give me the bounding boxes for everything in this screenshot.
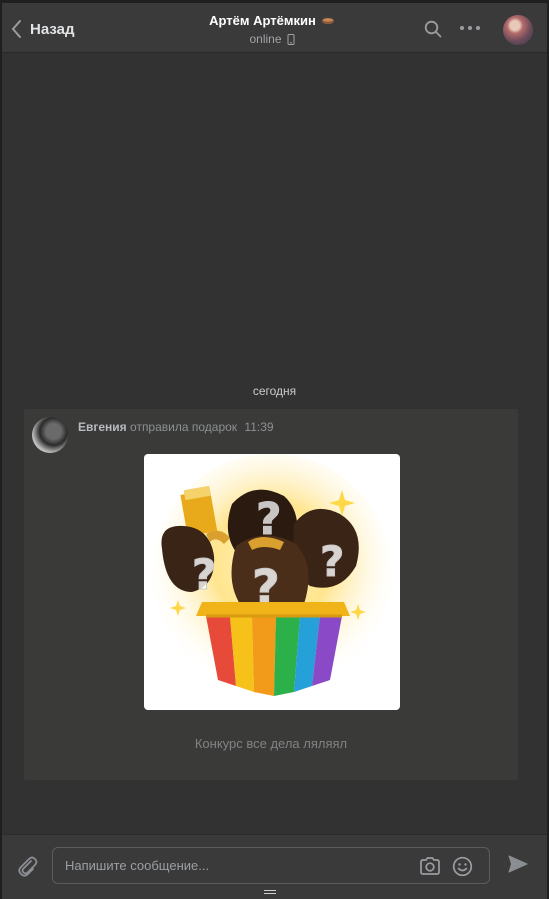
date-separator: сегодня (252, 384, 297, 398)
chat-title[interactable]: Артём Артёмкин online (152, 13, 392, 46)
chevron-left-icon (11, 20, 21, 38)
contact-avatar[interactable] (503, 15, 533, 45)
back-label: Назад (30, 20, 75, 38)
contact-name: Артём Артёмкин (209, 13, 316, 28)
gift-message[interactable]: Евгения отправила подарок 11:39 ? ? ? ? … (24, 409, 518, 780)
svg-text:?: ? (192, 550, 216, 599)
avatar[interactable] (32, 417, 68, 453)
search-icon[interactable] (424, 20, 442, 38)
camera-icon[interactable] (419, 856, 441, 876)
more-dots-icon[interactable] (459, 25, 481, 31)
message-author[interactable]: Евгения (78, 420, 127, 434)
chat-header: Назад Артём Артёмкин online (2, 0, 547, 53)
gift-caption: Конкурс все дела ляляял (194, 736, 348, 751)
window-frame-left (0, 0, 2, 899)
mobile-phone-icon (287, 33, 295, 45)
gift-box-illustration: ? ? ? ? (152, 454, 392, 696)
back-button[interactable]: Назад (10, 17, 74, 41)
resize-handle[interactable] (264, 890, 276, 895)
svg-text:?: ? (320, 537, 344, 586)
send-icon[interactable] (507, 854, 529, 874)
smile-icon[interactable] (452, 856, 473, 877)
online-status: online (249, 32, 282, 46)
paperclip-icon[interactable] (16, 854, 38, 878)
message-input[interactable] (65, 848, 405, 883)
message-action: отправила подарок (130, 420, 238, 434)
gift-image[interactable]: ? ? ? ? (144, 454, 400, 710)
message-header: Евгения отправила подарок 11:39 (78, 420, 274, 434)
message-composer (2, 834, 547, 899)
svg-text:?: ? (256, 494, 282, 545)
message-input-box[interactable] (52, 847, 490, 884)
message-time[interactable]: 11:39 (244, 420, 273, 434)
emoji-icon (321, 17, 334, 24)
